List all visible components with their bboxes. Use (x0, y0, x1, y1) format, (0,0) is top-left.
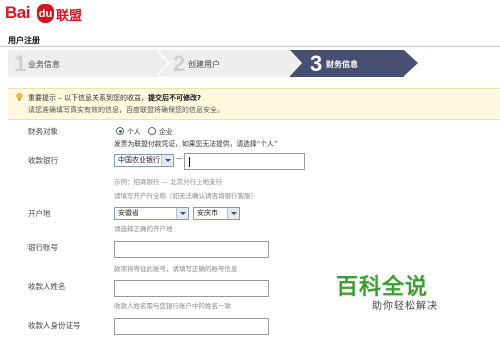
header: Bai du 联盟 (0, 0, 500, 28)
payee-name-label: 收款人姓名 (28, 282, 66, 291)
bank-branch-input[interactable] (184, 153, 305, 170)
radio-company-label[interactable]: 企业 (159, 126, 173, 136)
chevron-down-icon (176, 208, 188, 219)
bank-select-value: 中国农业银行 (118, 156, 160, 164)
account-number-label: 银行账号 (28, 243, 58, 252)
account-number-input[interactable] (114, 241, 269, 258)
important-notice: 重要提示 – 以下信息关系到您的收益，提交后不可修改? 请您准确填写真实有效的信… (8, 88, 500, 120)
account-number-help: 款项将寄往此账号，请填写正确的账号信息 (114, 265, 238, 273)
radio-company[interactable] (148, 127, 156, 135)
bank-label: 收款银行 (28, 156, 58, 165)
step-separator (156, 50, 168, 76)
notice-emphasis: 提交后不可修改? (147, 94, 202, 102)
step-label: 创建用户 (188, 60, 220, 69)
step-finance-info: 3 财务信息 (290, 50, 404, 77)
bank-separator: — (176, 155, 183, 163)
province-select-value: 安徽省 (118, 209, 139, 217)
logo-bai: Bai (5, 3, 30, 22)
step-business-info: 1 业务信息 (8, 50, 168, 77)
page-title: 用户注册 (8, 36, 40, 45)
account-type-label: 财务对象 (28, 127, 58, 136)
city-select-value: 安庆市 (197, 209, 218, 217)
radio-personal-label[interactable]: 个人 (127, 126, 141, 136)
payee-id-input[interactable] (114, 318, 269, 335)
notice-prefix: 重要提示 – 以下信息关系到您的收益， (28, 94, 148, 102)
step-label: 财务信息 (326, 60, 358, 69)
baidu-union-logo[interactable]: Bai du 联盟 (5, 3, 115, 27)
location-help: 请选择正确的开户地 (114, 225, 173, 233)
notice-line-2: 请您准确填写真实有效的信息，百度联盟将确保您的信息安全。 (28, 106, 224, 114)
step-separator (288, 50, 300, 76)
step-number: 2 (173, 51, 186, 76)
city-select[interactable]: 安庆市 (193, 207, 240, 220)
province-select[interactable]: 安徽省 (114, 207, 189, 220)
location-label: 开户地 (28, 209, 51, 218)
payee-name-input[interactable] (114, 280, 269, 297)
step-label: 业务信息 (28, 60, 60, 69)
bank-help-example: 示例：招商银行 — 北京分行上地支行 (114, 178, 223, 186)
lightbulb-icon (16, 93, 23, 101)
logo-lianmeng: 联盟 (56, 9, 83, 24)
payee-id-label: 收款人身份证号 (28, 321, 81, 330)
radio-personal[interactable] (116, 127, 124, 135)
text-cursor (189, 157, 190, 167)
chevron-down-icon (227, 208, 239, 219)
step-create-user: 2 创建用户 (158, 50, 298, 77)
baidu-paw-icon: du (37, 4, 54, 23)
watermark-subtitle: 助你轻松解决 (372, 301, 438, 312)
payee-name-help: 收款人姓名需与您银行账户中的姓名一致 (114, 302, 231, 310)
step-progress: 1 业务信息 2 创建用户 3 财务信息 (8, 50, 423, 77)
step-number: 1 (14, 51, 27, 76)
bank-select[interactable]: 中国农业银行 (114, 154, 174, 167)
bank-help-fullname: 请填写开户行全称（如无法确认请咨询银行客服） (114, 192, 257, 200)
notice-line-1: 重要提示 – 以下信息关系到您的收益，提交后不可修改? (28, 93, 201, 103)
active-step-arrow (404, 50, 418, 76)
divider (0, 46, 500, 47)
step-number: 3 (310, 51, 323, 76)
account-type-help: 发票为联盟付款凭证，如果您无法提供，请选择“个人” (114, 140, 278, 148)
chevron-down-icon (161, 155, 173, 166)
